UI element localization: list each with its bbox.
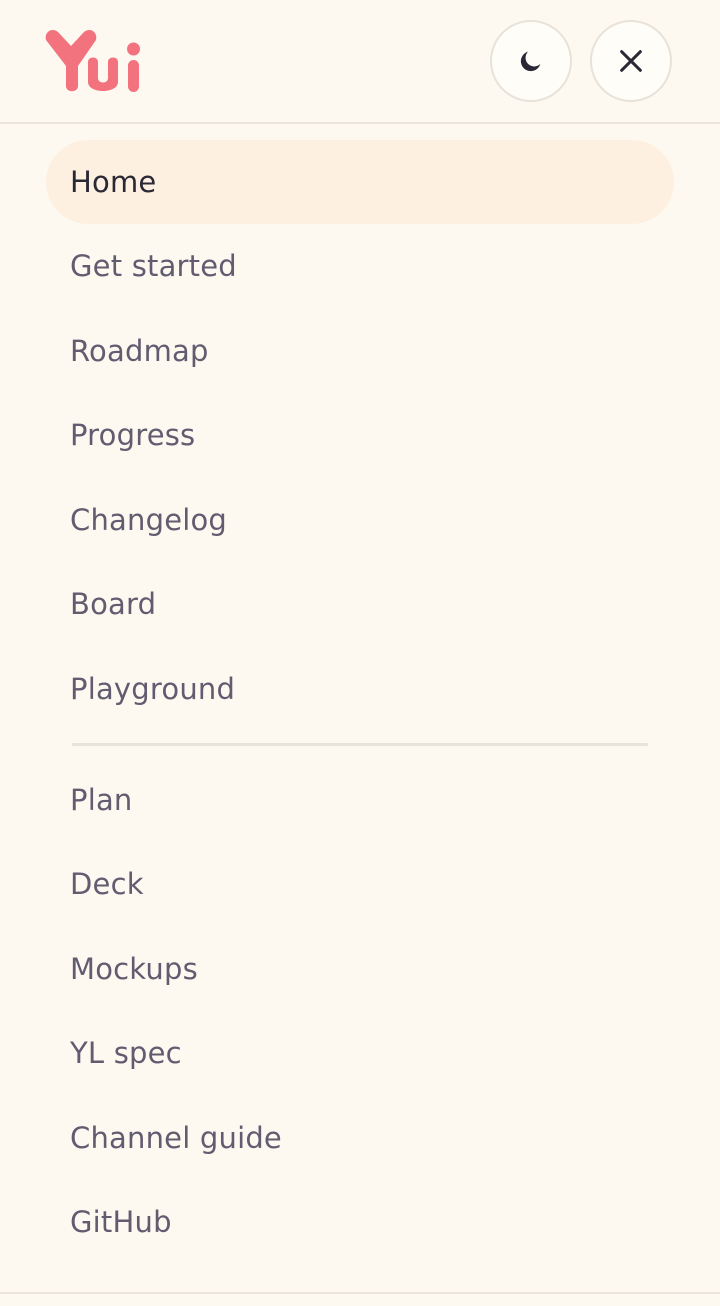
nav-item-roadmap[interactable]: Roadmap xyxy=(46,309,674,393)
bottom-divider xyxy=(0,1292,720,1294)
nav-item-plan[interactable]: Plan xyxy=(46,758,674,842)
yui-logo-mark xyxy=(45,29,140,92)
nav-item-changelog[interactable]: Changelog xyxy=(46,478,674,562)
nav-divider xyxy=(72,743,648,746)
moon-icon xyxy=(520,51,541,72)
nav-item-playground[interactable]: Playground xyxy=(46,647,674,731)
nav-item-progress[interactable]: Progress xyxy=(46,393,674,477)
nav-item-yl-spec[interactable]: YL spec xyxy=(46,1011,674,1095)
close-menu-button[interactable] xyxy=(590,20,672,102)
nav-item-mockups[interactable]: Mockups xyxy=(46,927,674,1011)
nav-item-channel-guide[interactable]: Channel guide xyxy=(46,1096,674,1180)
close-icon xyxy=(620,50,642,72)
app-header xyxy=(0,0,720,124)
nav-item-github[interactable]: GitHub xyxy=(46,1180,674,1264)
theme-toggle-button[interactable] xyxy=(490,20,572,102)
nav-item-deck[interactable]: Deck xyxy=(46,842,674,926)
nav-item-get-started[interactable]: Get started xyxy=(46,224,674,308)
nav-item-board[interactable]: Board xyxy=(46,562,674,646)
yui-logo[interactable] xyxy=(44,26,150,98)
nav-item-home[interactable]: Home xyxy=(46,140,674,224)
